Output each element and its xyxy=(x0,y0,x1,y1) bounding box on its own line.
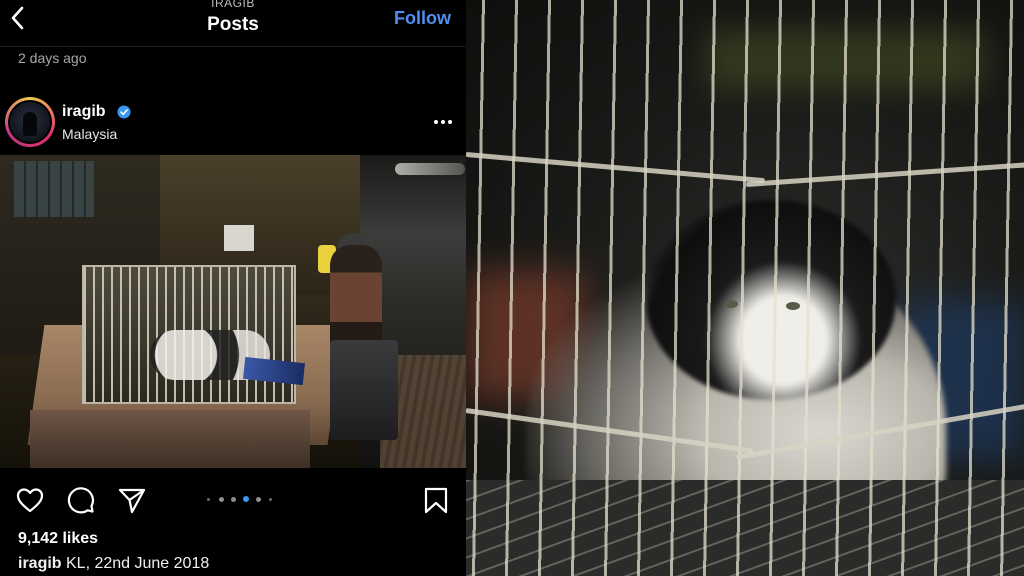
verified-badge-icon xyxy=(117,105,131,119)
caption-username[interactable]: iragib xyxy=(18,555,62,572)
avatar-image xyxy=(8,100,52,144)
carousel-dot xyxy=(219,497,224,502)
timestamp: 2 days ago xyxy=(18,50,87,66)
instagram-post-panel: IRAGIB Posts Follow 2 days ago iragib Ma… xyxy=(0,0,466,576)
carousel-dot-active xyxy=(243,496,249,502)
post-photo[interactable] xyxy=(0,155,466,468)
action-bar: 9,142 likes iragib KL, 22nd June 2018 xyxy=(0,468,466,576)
send-icon[interactable] xyxy=(117,485,147,515)
caption-text: KL, 22nd June 2018 xyxy=(61,555,210,572)
post-username[interactable]: iragib xyxy=(62,103,106,121)
carousel-dot xyxy=(231,497,236,502)
heart-icon[interactable] xyxy=(15,485,45,515)
cat-cage-photo xyxy=(466,0,1024,576)
carousel-dot xyxy=(269,498,272,501)
avatar[interactable] xyxy=(5,97,55,147)
top-bar: IRAGIB Posts Follow xyxy=(0,0,466,47)
post-location[interactable]: Malaysia xyxy=(62,126,117,142)
bookmark-icon[interactable] xyxy=(421,485,451,515)
carousel-indicator xyxy=(205,495,275,505)
carousel-dot xyxy=(256,497,261,502)
carousel-dot xyxy=(207,498,210,501)
follow-button[interactable]: Follow xyxy=(394,8,451,29)
like-count[interactable]: 9,142 likes xyxy=(18,530,98,548)
more-horizontal-icon[interactable] xyxy=(432,112,454,132)
post-caption: iragib KL, 22nd June 2018 xyxy=(18,555,209,573)
comment-icon[interactable] xyxy=(66,485,96,515)
